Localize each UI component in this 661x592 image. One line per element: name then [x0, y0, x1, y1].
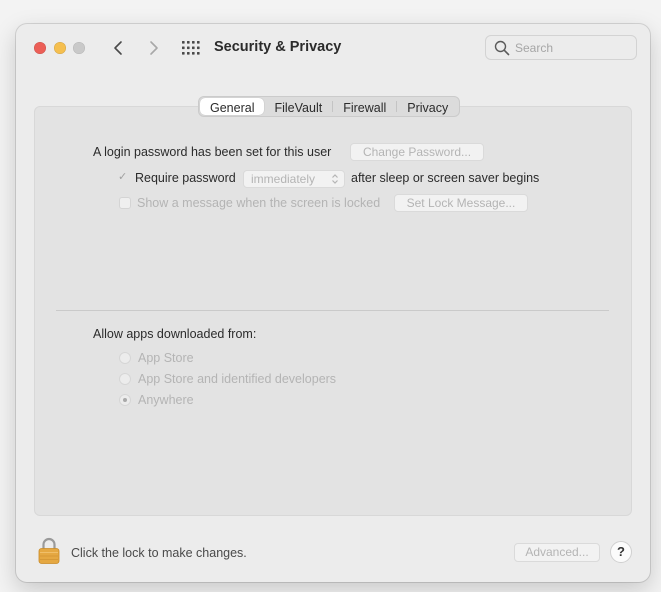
change-password-button[interactable]: Change Password... [350, 143, 484, 161]
minimize-button[interactable] [54, 42, 66, 54]
radio-identified-developers[interactable] [119, 373, 131, 385]
help-button[interactable]: ? [610, 541, 632, 563]
search-field[interactable]: Search [485, 35, 637, 60]
lock-instruction-text: Click the lock to make changes. [71, 546, 247, 560]
show-all-button[interactable] [182, 40, 200, 56]
chevron-updown-icon [332, 174, 338, 184]
title-bar: Security & Privacy Search [16, 24, 650, 74]
chevron-right-icon [150, 41, 158, 55]
content-panel [34, 106, 632, 516]
tab-firewall[interactable]: Firewall [333, 98, 396, 115]
set-lock-message-button[interactable]: Set Lock Message... [394, 194, 528, 212]
close-button[interactable] [34, 42, 46, 54]
tab-privacy[interactable]: Privacy [397, 98, 458, 115]
preferences-window: Security & Privacy Search General FileVa… [16, 24, 650, 582]
select-value: immediately [251, 172, 316, 186]
advanced-button[interactable]: Advanced... [514, 543, 600, 562]
radio-label-identified-developers: App Store and identified developers [138, 372, 337, 386]
password-status-text: A login password has been set for this u… [93, 145, 332, 159]
tab-filevault[interactable]: FileVault [264, 98, 332, 115]
radio-anywhere[interactable] [119, 394, 131, 406]
radio-label-anywhere: Anywhere [138, 393, 194, 407]
lock-button[interactable] [38, 537, 60, 565]
search-icon [494, 40, 510, 56]
after-sleep-text: after sleep or screen saver begins [351, 171, 540, 185]
forward-button[interactable] [142, 36, 164, 60]
chevron-left-icon [114, 41, 122, 55]
show-message-label: Show a message when the screen is locked [137, 196, 381, 210]
radio-label-app-store: App Store [138, 351, 194, 365]
tab-bar: General FileVault Firewall Privacy [198, 96, 461, 117]
grid-icon [182, 41, 200, 55]
require-password-checkbox[interactable]: ✓ [118, 171, 127, 183]
section-divider [56, 310, 609, 311]
back-button[interactable] [108, 36, 130, 60]
require-password-label: Require password [135, 171, 236, 185]
show-message-checkbox[interactable] [119, 197, 131, 209]
padlock-icon [38, 537, 60, 564]
radio-app-store[interactable] [119, 352, 131, 364]
window-title: Security & Privacy [214, 39, 342, 55]
tab-general[interactable]: General [200, 98, 265, 115]
zoom-button[interactable] [73, 42, 85, 54]
radio-selected-dot [123, 398, 127, 402]
search-placeholder: Search [515, 41, 554, 55]
require-password-delay-select[interactable]: immediately [243, 170, 345, 188]
allow-apps-heading: Allow apps downloaded from: [93, 327, 257, 341]
